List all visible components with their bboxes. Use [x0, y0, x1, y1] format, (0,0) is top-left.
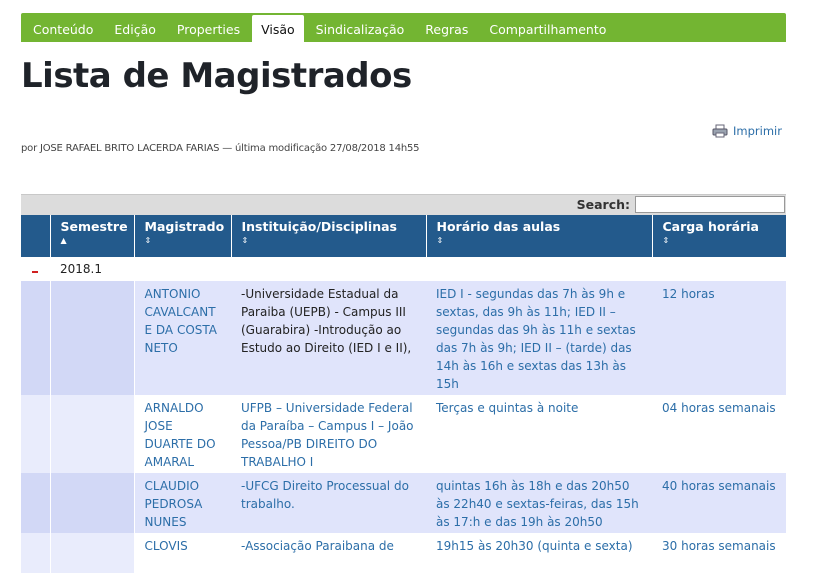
cell-magistrado[interactable]: CLAUDIO PEDROSA NUNES — [134, 473, 231, 533]
table-row: ARNALDO JOSE DUARTE DO AMARAL UFPB – Uni… — [21, 395, 786, 473]
column-header-horario[interactable]: Horário das aulas ⇕ — [425, 215, 652, 257]
magistrates-table: Semestre ▲ Magistrado ⇕ Instituição/Disc… — [21, 215, 786, 573]
cell-instituicao: -Universidade Estadual da Paraiba (UEPB)… — [231, 281, 426, 395]
cell-carga[interactable]: 40 horas semanais — [652, 473, 786, 533]
sort-icon[interactable]: ⇕ — [663, 236, 777, 246]
search-label: Search: — [576, 197, 630, 212]
cell-carga[interactable]: 12 horas — [652, 281, 786, 395]
cell-carga[interactable]: 04 horas semanais — [652, 395, 786, 473]
printer-icon — [712, 124, 728, 138]
sort-ascending-icon[interactable]: ▲ — [61, 236, 124, 246]
cell-instituicao[interactable]: -UFCG Direito Processual do trabalho. — [231, 473, 426, 533]
column-header-instituicao-label: Instituição/Disciplinas — [241, 219, 398, 234]
column-header-carga[interactable]: Carga horária ⇕ — [651, 215, 786, 257]
cell-magistrado[interactable]: ARNALDO JOSE DUARTE DO AMARAL — [134, 395, 231, 473]
group-label: 2018.1 — [60, 262, 102, 276]
column-header-magistrado[interactable]: Magistrado ⇕ — [133, 215, 231, 257]
column-header-horario-label: Horário das aulas — [436, 219, 561, 234]
tab-regras[interactable]: Regras — [416, 15, 477, 42]
group-row: 2018.1 — [21, 257, 786, 281]
table-toolbar: Search: — [21, 194, 786, 215]
cell-magistrado[interactable]: CLOVIS — [134, 533, 231, 573]
tab-properties[interactable]: Properties — [168, 15, 249, 42]
cell-instituicao[interactable]: UFPB – Universidade Federal da Paraíba –… — [231, 395, 426, 473]
table-row: CLAUDIO PEDROSA NUNES -UFCG Direito Proc… — [21, 473, 786, 533]
document-byline: por JOSE RAFAEL BRITO LACERDA FARIAS — ú… — [21, 143, 420, 154]
content-tabs: Conteúdo Edição Properties Visão Sindica… — [21, 13, 786, 42]
sort-icon[interactable]: ⇕ — [437, 236, 642, 246]
page-title: Lista de Magistrados — [21, 56, 412, 96]
column-header-semestre-label: Semestre — [60, 219, 128, 234]
cell-carga[interactable]: 30 horas semanais — [652, 533, 786, 573]
table-row: ANTONIO CAVALCANTE DA COSTA NETO -Univer… — [21, 281, 786, 395]
tab-conteudo[interactable]: Conteúdo — [24, 15, 102, 42]
sort-icon[interactable]: ⇕ — [242, 236, 416, 246]
cell-magistrado[interactable]: ANTONIO CAVALCANTE DA COSTA NETO — [134, 281, 231, 395]
cell-instituicao[interactable]: -Associação Paraibana de — [231, 533, 426, 573]
column-header-magistrado-label: Magistrado — [144, 219, 225, 234]
cell-horario[interactable]: IED I - segundas das 7h às 9h e sextas, … — [426, 281, 652, 395]
column-header-instituicao[interactable]: Instituição/Disciplinas ⇕ — [230, 215, 426, 257]
tab-edicao[interactable]: Edição — [105, 15, 165, 42]
collapse-icon[interactable] — [32, 271, 38, 273]
print-label[interactable]: Imprimir — [733, 124, 782, 138]
column-header-toggle — [21, 215, 50, 257]
cell-horario[interactable]: quintas 16h às 18h e das 20h50 às 22h40 … — [426, 473, 652, 533]
tab-visao[interactable]: Visão — [252, 15, 304, 42]
column-header-semestre[interactable]: Semestre ▲ — [49, 215, 134, 257]
tab-sindicalizacao[interactable]: Sindicalização — [307, 15, 414, 42]
group-toggle[interactable] — [21, 257, 50, 281]
search-input[interactable] — [635, 196, 785, 213]
table-header-row: Semestre ▲ Magistrado ⇕ Instituição/Disc… — [21, 215, 786, 257]
print-link[interactable]: Imprimir — [712, 124, 782, 138]
sort-icon[interactable]: ⇕ — [145, 236, 221, 246]
tab-compartilhamento[interactable]: Compartilhamento — [480, 15, 615, 42]
cell-horario[interactable]: Terças e quintas à noite — [426, 395, 652, 473]
column-header-carga-label: Carga horária — [662, 219, 759, 234]
table-row: CLOVIS -Associação Paraibana de 19h15 às… — [21, 533, 786, 573]
cell-horario[interactable]: 19h15 às 20h30 (quinta e sexta) — [426, 533, 652, 573]
